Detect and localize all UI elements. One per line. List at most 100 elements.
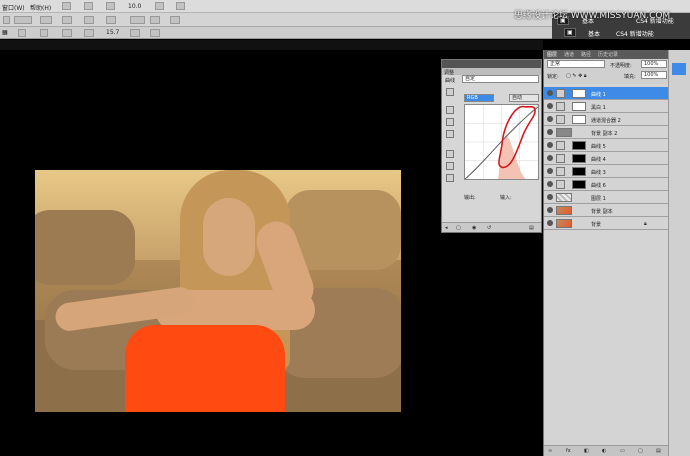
blend-mode-select[interactable]: 正常 — [547, 60, 605, 68]
pencil-icon[interactable] — [446, 162, 454, 170]
option-value-2[interactable]: 15.7 — [106, 29, 119, 36]
layer-mask-thumbnail[interactable] — [572, 167, 586, 176]
target-adjust-icon[interactable] — [446, 88, 454, 96]
eye-icon[interactable] — [547, 142, 553, 148]
fx-icon[interactable]: fx — [566, 448, 571, 454]
tool-icon[interactable] — [84, 29, 94, 37]
eye-icon[interactable] — [547, 194, 553, 200]
tool-icon[interactable] — [106, 2, 115, 10]
tool-icon[interactable] — [130, 29, 140, 37]
delete-icon[interactable]: ▤ — [529, 225, 534, 231]
workspace-icon[interactable]: ▣ — [564, 28, 576, 37]
orange-dress — [125, 325, 285, 412]
eyedropper-gray-icon[interactable] — [446, 118, 454, 126]
tool-icon[interactable] — [155, 2, 164, 10]
eye-icon[interactable] — [547, 129, 553, 135]
tool-icon[interactable] — [3, 16, 10, 24]
adjustment-layer-icon — [556, 115, 565, 124]
eyedropper-white-icon[interactable] — [446, 130, 454, 138]
tab-channels[interactable]: 通道 — [564, 51, 574, 58]
curve-point-icon[interactable] — [446, 150, 454, 158]
layer-mask-thumbnail[interactable] — [572, 180, 586, 189]
layer-row[interactable]: 背景 🔒︎ — [544, 217, 669, 230]
panel-dock-scrollbar[interactable] — [668, 50, 690, 456]
eye-icon[interactable] — [547, 168, 553, 174]
layer-row[interactable]: 曲线 3 — [544, 165, 669, 178]
auto-button[interactable]: 自动 — [509, 94, 539, 102]
option-field[interactable] — [14, 16, 32, 24]
clip-icon[interactable]: ▢ — [456, 225, 461, 231]
tab-paths[interactable]: 路径 — [581, 51, 591, 58]
scrollbar-thumb[interactable] — [672, 63, 686, 75]
menu-window[interactable]: 窗口(W) — [2, 3, 25, 12]
tool-icon[interactable] — [84, 16, 94, 24]
layer-mask-thumbnail[interactable] — [572, 141, 586, 150]
eye-icon[interactable] — [547, 103, 553, 109]
layer-thumbnail[interactable] — [556, 206, 572, 215]
tool-icon[interactable] — [62, 16, 72, 24]
smooth-icon[interactable] — [446, 174, 454, 182]
tool-icon[interactable] — [40, 29, 48, 37]
opacity-label: 不透明度: — [610, 63, 632, 69]
tab-adjustments[interactable]: 调整 — [444, 69, 454, 76]
tool-icon[interactable] — [150, 29, 160, 37]
workspace-basic-2[interactable]: 基本 — [588, 29, 600, 38]
mask-icon[interactable]: ◧ — [584, 448, 589, 454]
workspace-cs4-2[interactable]: CS4 新增功能 — [616, 29, 654, 38]
menu-help[interactable]: 帮助(H) — [30, 3, 51, 12]
layer-row[interactable]: 曲线 5 — [544, 139, 669, 152]
eye-icon[interactable] — [547, 116, 553, 122]
new-layer-icon[interactable]: ▢ — [638, 448, 643, 454]
layer-row[interactable]: 通道混合器 2 — [544, 113, 669, 126]
back-icon[interactable]: ◂ — [445, 225, 448, 231]
layer-thumbnail[interactable] — [556, 219, 572, 228]
channel-select[interactable]: RGB — [464, 94, 494, 102]
layer-mask-thumbnail[interactable] — [572, 115, 586, 124]
tool-icon[interactable] — [62, 2, 71, 10]
tool-icon[interactable] — [176, 2, 185, 10]
lock-icons[interactable]: ▢ ✎ ✥ 🔒︎ — [566, 73, 587, 79]
layer-row[interactable]: 曲线 6 — [544, 178, 669, 191]
adjustment-icon[interactable]: ◐ — [602, 448, 606, 454]
option-icon[interactable]: ▦ — [2, 29, 8, 36]
layer-mask-thumbnail[interactable] — [572, 102, 586, 111]
document-image[interactable] — [35, 170, 401, 412]
reset-icon[interactable]: ↺ — [487, 225, 491, 231]
layer-row[interactable]: 曲线 1 — [544, 87, 669, 100]
tool-icon[interactable] — [170, 16, 180, 24]
layer-mask-thumbnail[interactable] — [572, 154, 586, 163]
eye-icon[interactable] — [547, 181, 553, 187]
tool-icon[interactable] — [84, 2, 93, 10]
layer-name: 曲线 4 — [591, 157, 606, 163]
folder-icon[interactable]: ▭ — [620, 448, 625, 454]
visibility-icon[interactable]: ◉ — [472, 225, 476, 231]
eye-icon[interactable] — [547, 220, 553, 226]
layer-row[interactable]: 曲线 4 — [544, 152, 669, 165]
preset-select[interactable]: 自定 — [462, 75, 539, 83]
eye-icon[interactable] — [547, 155, 553, 161]
curve-graph[interactable] — [464, 104, 539, 180]
tab-layers[interactable]: 图层 — [547, 51, 557, 58]
opacity-input[interactable]: 100% — [641, 60, 667, 68]
layer-row[interactable]: 背景 副本 2 — [544, 126, 669, 139]
layer-mask-thumbnail[interactable] — [572, 89, 586, 98]
tool-icon[interactable] — [62, 29, 72, 37]
option-field[interactable] — [130, 16, 145, 24]
trash-icon[interactable]: ▤ — [656, 448, 661, 454]
layer-thumbnail[interactable] — [556, 128, 572, 137]
option-value-1[interactable]: 10.0 — [128, 3, 141, 10]
eye-icon[interactable] — [547, 207, 553, 213]
tool-icon[interactable] — [18, 29, 26, 37]
link-icon[interactable]: ∞ — [548, 448, 552, 454]
tool-icon[interactable] — [106, 16, 116, 24]
option-field[interactable] — [40, 16, 52, 24]
eye-icon[interactable] — [547, 90, 553, 96]
layer-row[interactable]: 黑白 1 — [544, 100, 669, 113]
layer-row[interactable]: 背景 副本 — [544, 204, 669, 217]
tool-icon[interactable] — [150, 16, 160, 24]
layer-row[interactable]: 图层 1 — [544, 191, 669, 204]
tab-history[interactable]: 历史记录 — [598, 51, 618, 58]
eyedropper-black-icon[interactable] — [446, 106, 454, 114]
layer-thumbnail[interactable] — [556, 193, 572, 202]
fill-input[interactable]: 100% — [641, 71, 667, 79]
